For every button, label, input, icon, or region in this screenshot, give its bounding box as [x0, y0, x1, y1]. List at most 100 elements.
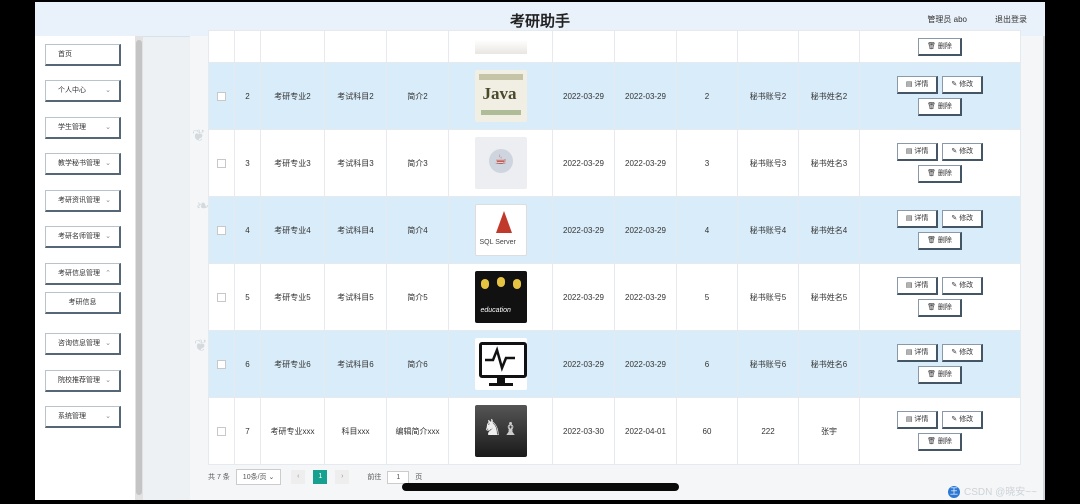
- menu-secretary-management[interactable]: 教学秘书管理 ⌄: [45, 153, 121, 175]
- detail-button[interactable]: ▤ 详情: [896, 344, 939, 362]
- logout-link[interactable]: 退出登录: [995, 14, 1027, 25]
- detail-button[interactable]: ▤ 详情: [896, 76, 939, 94]
- edit-label: 修改: [959, 282, 974, 289]
- delete-button[interactable]: 🗑 删除: [918, 98, 962, 116]
- app-title: 考研助手: [509, 13, 570, 30]
- row-number: 5: [234, 263, 261, 331]
- edit-label: 修改: [959, 81, 974, 88]
- intro-cell: 简介4: [386, 196, 449, 264]
- menu-student-management[interactable]: 学生管理 ⌄: [45, 117, 121, 139]
- edit-button[interactable]: ✎ 修改: [942, 143, 984, 161]
- row-checkbox[interactable]: [217, 359, 226, 369]
- java-cup-icon: ☕: [474, 137, 527, 189]
- edit-button[interactable]: ✎ 修改: [942, 210, 984, 228]
- delete-button[interactable]: 🗑 删除: [918, 299, 962, 317]
- edit-button[interactable]: ✎ 修改: [942, 344, 984, 362]
- goto-page-input[interactable]: 1: [387, 470, 410, 484]
- delete-button[interactable]: 🗑 删除: [918, 366, 962, 384]
- menu-exam-info-management[interactable]: 考研信息管理 ⌃: [45, 263, 121, 285]
- start-date-cell: 2022-03-29: [552, 62, 615, 130]
- education-icon: education: [474, 271, 527, 323]
- detail-label: 详情: [914, 81, 929, 88]
- row-checkbox[interactable]: [217, 225, 226, 235]
- sidebar-scrollbar[interactable]: [135, 36, 143, 500]
- actions-cell: ▤ 详情 ✎ 修改 🗑 删除: [859, 129, 1021, 197]
- menu-home[interactable]: 首页: [45, 44, 121, 66]
- leaf-decoration-icon: ❦: [194, 338, 208, 355]
- detail-label: 详情: [914, 215, 929, 222]
- row-checkbox[interactable]: [217, 91, 226, 101]
- menu-label: 院校推荐管理: [58, 377, 100, 384]
- count-cell: 6: [676, 330, 738, 398]
- major-cell: 考研专业xxx: [260, 397, 325, 465]
- menu-school-recommend[interactable]: 院校推荐管理 ⌄: [45, 370, 121, 392]
- start-date-cell: 2022-03-29: [552, 196, 615, 264]
- scrollbar-thumb[interactable]: [136, 40, 142, 495]
- subject-cell: 考试科目6: [324, 330, 387, 398]
- table-row: 4 考研专业4 考试科目4 简介4 SQL Server 2022-03-29 2022-0…: [208, 196, 1021, 264]
- thumbnail-cell: [448, 330, 553, 398]
- row-checkbox[interactable]: [217, 292, 226, 302]
- home-indicator[interactable]: [402, 483, 679, 491]
- menu-label: 系统管理: [58, 413, 86, 420]
- intro-cell: 简介3: [386, 129, 449, 197]
- intro-cell: 编辑简介xxx: [386, 397, 449, 465]
- menu-label: 考研信息: [68, 299, 97, 306]
- next-page-button[interactable]: ›: [335, 470, 350, 484]
- cell: [260, 30, 325, 63]
- major-cell: 考研专业3: [260, 129, 325, 197]
- cell: [324, 30, 387, 63]
- intro-cell: 简介2: [386, 62, 449, 130]
- row-checkbox[interactable]: [217, 158, 226, 168]
- menu-teacher-management[interactable]: 考研名师管理 ⌄: [45, 226, 121, 248]
- major-cell: 考研专业4: [260, 196, 325, 264]
- menu-label: 考研资讯管理: [58, 197, 100, 204]
- secretary-name-cell: 秘书姓名3: [798, 129, 860, 197]
- menu-news-management[interactable]: 考研资讯管理 ⌄: [45, 190, 121, 212]
- delete-label: 删除: [937, 170, 952, 177]
- menu-system-management[interactable]: 系统管理 ⌄: [45, 406, 121, 428]
- watermark: 王 CSDN @晓安~~: [948, 483, 1037, 499]
- menu-label: 考研信息管理: [58, 270, 100, 277]
- delete-button[interactable]: 🗑 删除: [918, 232, 962, 250]
- page-size-select[interactable]: 10条/页 ⌄: [235, 469, 282, 485]
- page-1-button[interactable]: 1: [313, 470, 328, 484]
- edit-label: 修改: [959, 349, 974, 356]
- actions-cell: 🗑 删除: [859, 30, 1021, 63]
- chevron-down-icon: ⌄: [105, 233, 111, 240]
- delete-button[interactable]: 🗑 删除: [918, 165, 962, 183]
- checkbox-cell: [208, 330, 235, 398]
- start-date-cell: 2022-03-30: [552, 397, 615, 465]
- menu-consult-management[interactable]: 咨询信息管理 ⌄: [45, 333, 121, 355]
- edit-button[interactable]: ✎ 修改: [942, 411, 984, 429]
- table-row: 2 考研专业2 考试科目2 简介2 Java 2022-03-29 2022-03-29 2 秘…: [208, 62, 1021, 130]
- row-checkbox[interactable]: [217, 426, 226, 436]
- secretary-account-cell: 222: [737, 397, 799, 465]
- detail-button[interactable]: ▤ 详情: [896, 210, 939, 228]
- chevron-down-icon: ⌃: [105, 270, 111, 277]
- secretary-account-cell: 秘书账号3: [737, 129, 799, 197]
- detail-button[interactable]: ▤ 详情: [896, 143, 939, 161]
- edit-button[interactable]: ✎ 修改: [942, 76, 984, 94]
- detail-button[interactable]: ▤ 详情: [896, 411, 939, 429]
- cell: [798, 30, 860, 63]
- delete-button[interactable]: 🗑 删除: [918, 37, 962, 56]
- subject-cell: 考试科目2: [324, 62, 387, 130]
- main-scrollbar[interactable]: [1043, 36, 1045, 500]
- prev-page-button[interactable]: ‹: [291, 470, 306, 484]
- chevron-down-icon: ⌄: [105, 340, 111, 347]
- edit-button[interactable]: ✎ 修改: [942, 277, 984, 295]
- cell: [208, 30, 235, 63]
- delete-button[interactable]: 🗑 删除: [918, 433, 962, 451]
- secretary-name-cell: 秘书姓名6: [798, 330, 860, 398]
- page-unit-label: 页: [415, 474, 423, 481]
- sidebar: 首页 个人中心 ⌄ 学生管理 ⌄ 教学秘书管理 ⌄ 考研资讯管理 ⌄ 考研名师管理 ⌄ 考…: [35, 36, 137, 500]
- detail-button[interactable]: ▤ 详情: [896, 277, 939, 295]
- menu-personal-center[interactable]: 个人中心 ⌄: [45, 80, 121, 102]
- menu-label: 咨询信息管理: [58, 340, 100, 347]
- menu-exam-info[interactable]: 考研信息: [45, 292, 121, 314]
- major-cell: 考研专业5: [260, 263, 325, 331]
- secretary-account-cell: 秘书账号6: [737, 330, 799, 398]
- end-date-cell: 2022-03-29: [614, 196, 677, 264]
- end-date-cell: 2022-03-29: [614, 62, 677, 130]
